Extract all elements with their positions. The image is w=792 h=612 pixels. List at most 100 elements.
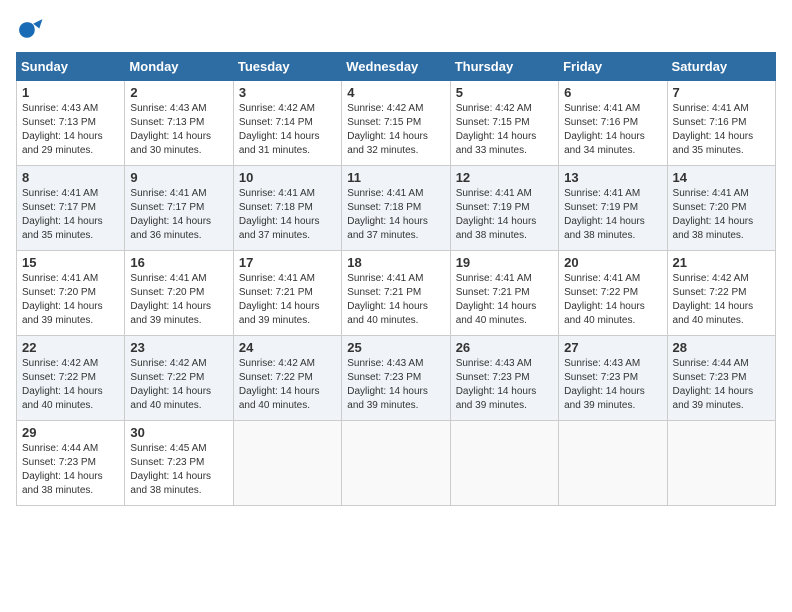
day-number: 3 [239, 85, 336, 100]
day-cell: 19 Sunrise: 4:41 AM Sunset: 7:21 PM Dayl… [450, 251, 558, 336]
day-number: 10 [239, 170, 336, 185]
day-info: Sunrise: 4:41 AM Sunset: 7:16 PM Dayligh… [673, 102, 770, 158]
day-info: Sunrise: 4:41 AM Sunset: 7:20 PM Dayligh… [130, 272, 227, 328]
day-info: Sunrise: 4:41 AM Sunset: 7:22 PM Dayligh… [564, 272, 661, 328]
day-cell: 12 Sunrise: 4:41 AM Sunset: 7:19 PM Dayl… [450, 166, 558, 251]
day-number: 5 [456, 85, 553, 100]
col-header-friday: Friday [559, 53, 667, 81]
day-number: 15 [22, 255, 119, 270]
day-number: 21 [673, 255, 770, 270]
day-number: 7 [673, 85, 770, 100]
day-number: 14 [673, 170, 770, 185]
week-row-3: 15 Sunrise: 4:41 AM Sunset: 7:20 PM Dayl… [17, 251, 776, 336]
day-info: Sunrise: 4:42 AM Sunset: 7:22 PM Dayligh… [239, 357, 336, 413]
day-info: Sunrise: 4:42 AM Sunset: 7:22 PM Dayligh… [22, 357, 119, 413]
day-cell: 21 Sunrise: 4:42 AM Sunset: 7:22 PM Dayl… [667, 251, 775, 336]
day-info: Sunrise: 4:44 AM Sunset: 7:23 PM Dayligh… [673, 357, 770, 413]
day-info: Sunrise: 4:41 AM Sunset: 7:17 PM Dayligh… [22, 187, 119, 243]
day-info: Sunrise: 4:43 AM Sunset: 7:23 PM Dayligh… [347, 357, 444, 413]
day-cell: 24 Sunrise: 4:42 AM Sunset: 7:22 PM Dayl… [233, 336, 341, 421]
day-cell [450, 421, 558, 506]
col-header-wednesday: Wednesday [342, 53, 450, 81]
day-cell: 30 Sunrise: 4:45 AM Sunset: 7:23 PM Dayl… [125, 421, 233, 506]
page-header [16, 16, 776, 44]
day-cell [342, 421, 450, 506]
day-number: 30 [130, 425, 227, 440]
day-number: 13 [564, 170, 661, 185]
day-info: Sunrise: 4:44 AM Sunset: 7:23 PM Dayligh… [22, 442, 119, 498]
day-number: 23 [130, 340, 227, 355]
day-info: Sunrise: 4:41 AM Sunset: 7:21 PM Dayligh… [347, 272, 444, 328]
day-cell: 13 Sunrise: 4:41 AM Sunset: 7:19 PM Dayl… [559, 166, 667, 251]
day-info: Sunrise: 4:45 AM Sunset: 7:23 PM Dayligh… [130, 442, 227, 498]
day-cell: 1 Sunrise: 4:43 AM Sunset: 7:13 PM Dayli… [17, 81, 125, 166]
day-info: Sunrise: 4:41 AM Sunset: 7:20 PM Dayligh… [673, 187, 770, 243]
day-cell: 14 Sunrise: 4:41 AM Sunset: 7:20 PM Dayl… [667, 166, 775, 251]
day-cell: 18 Sunrise: 4:41 AM Sunset: 7:21 PM Dayl… [342, 251, 450, 336]
day-number: 25 [347, 340, 444, 355]
day-info: Sunrise: 4:42 AM Sunset: 7:15 PM Dayligh… [456, 102, 553, 158]
day-cell [667, 421, 775, 506]
day-number: 8 [22, 170, 119, 185]
week-row-2: 8 Sunrise: 4:41 AM Sunset: 7:17 PM Dayli… [17, 166, 776, 251]
day-number: 29 [22, 425, 119, 440]
day-info: Sunrise: 4:42 AM Sunset: 7:22 PM Dayligh… [130, 357, 227, 413]
day-info: Sunrise: 4:42 AM Sunset: 7:15 PM Dayligh… [347, 102, 444, 158]
day-cell: 7 Sunrise: 4:41 AM Sunset: 7:16 PM Dayli… [667, 81, 775, 166]
col-header-sunday: Sunday [17, 53, 125, 81]
day-info: Sunrise: 4:41 AM Sunset: 7:16 PM Dayligh… [564, 102, 661, 158]
day-number: 24 [239, 340, 336, 355]
day-info: Sunrise: 4:42 AM Sunset: 7:14 PM Dayligh… [239, 102, 336, 158]
logo-icon [16, 16, 44, 44]
day-number: 18 [347, 255, 444, 270]
day-cell: 11 Sunrise: 4:41 AM Sunset: 7:18 PM Dayl… [342, 166, 450, 251]
day-info: Sunrise: 4:43 AM Sunset: 7:23 PM Dayligh… [456, 357, 553, 413]
day-info: Sunrise: 4:43 AM Sunset: 7:23 PM Dayligh… [564, 357, 661, 413]
day-number: 16 [130, 255, 227, 270]
day-number: 22 [22, 340, 119, 355]
day-number: 27 [564, 340, 661, 355]
day-cell: 5 Sunrise: 4:42 AM Sunset: 7:15 PM Dayli… [450, 81, 558, 166]
day-number: 19 [456, 255, 553, 270]
calendar-header-row: SundayMondayTuesdayWednesdayThursdayFrid… [17, 53, 776, 81]
day-cell: 20 Sunrise: 4:41 AM Sunset: 7:22 PM Dayl… [559, 251, 667, 336]
day-info: Sunrise: 4:42 AM Sunset: 7:22 PM Dayligh… [673, 272, 770, 328]
week-row-1: 1 Sunrise: 4:43 AM Sunset: 7:13 PM Dayli… [17, 81, 776, 166]
day-cell: 26 Sunrise: 4:43 AM Sunset: 7:23 PM Dayl… [450, 336, 558, 421]
day-number: 20 [564, 255, 661, 270]
day-info: Sunrise: 4:41 AM Sunset: 7:17 PM Dayligh… [130, 187, 227, 243]
day-number: 9 [130, 170, 227, 185]
day-info: Sunrise: 4:41 AM Sunset: 7:18 PM Dayligh… [347, 187, 444, 243]
day-number: 2 [130, 85, 227, 100]
day-cell: 25 Sunrise: 4:43 AM Sunset: 7:23 PM Dayl… [342, 336, 450, 421]
day-cell: 3 Sunrise: 4:42 AM Sunset: 7:14 PM Dayli… [233, 81, 341, 166]
day-number: 28 [673, 340, 770, 355]
day-cell: 28 Sunrise: 4:44 AM Sunset: 7:23 PM Dayl… [667, 336, 775, 421]
day-info: Sunrise: 4:41 AM Sunset: 7:19 PM Dayligh… [456, 187, 553, 243]
day-number: 1 [22, 85, 119, 100]
day-number: 17 [239, 255, 336, 270]
day-info: Sunrise: 4:41 AM Sunset: 7:20 PM Dayligh… [22, 272, 119, 328]
calendar-body: 1 Sunrise: 4:43 AM Sunset: 7:13 PM Dayli… [17, 81, 776, 506]
calendar-table: SundayMondayTuesdayWednesdayThursdayFrid… [16, 52, 776, 506]
day-info: Sunrise: 4:41 AM Sunset: 7:21 PM Dayligh… [456, 272, 553, 328]
day-cell: 27 Sunrise: 4:43 AM Sunset: 7:23 PM Dayl… [559, 336, 667, 421]
day-cell: 22 Sunrise: 4:42 AM Sunset: 7:22 PM Dayl… [17, 336, 125, 421]
day-number: 12 [456, 170, 553, 185]
day-info: Sunrise: 4:41 AM Sunset: 7:19 PM Dayligh… [564, 187, 661, 243]
day-info: Sunrise: 4:41 AM Sunset: 7:18 PM Dayligh… [239, 187, 336, 243]
week-row-4: 22 Sunrise: 4:42 AM Sunset: 7:22 PM Dayl… [17, 336, 776, 421]
day-cell [559, 421, 667, 506]
col-header-saturday: Saturday [667, 53, 775, 81]
col-header-monday: Monday [125, 53, 233, 81]
day-cell: 8 Sunrise: 4:41 AM Sunset: 7:17 PM Dayli… [17, 166, 125, 251]
day-cell: 29 Sunrise: 4:44 AM Sunset: 7:23 PM Dayl… [17, 421, 125, 506]
logo [16, 16, 48, 44]
day-cell: 2 Sunrise: 4:43 AM Sunset: 7:13 PM Dayli… [125, 81, 233, 166]
day-number: 4 [347, 85, 444, 100]
day-cell: 17 Sunrise: 4:41 AM Sunset: 7:21 PM Dayl… [233, 251, 341, 336]
day-number: 6 [564, 85, 661, 100]
day-info: Sunrise: 4:41 AM Sunset: 7:21 PM Dayligh… [239, 272, 336, 328]
day-number: 26 [456, 340, 553, 355]
day-number: 11 [347, 170, 444, 185]
